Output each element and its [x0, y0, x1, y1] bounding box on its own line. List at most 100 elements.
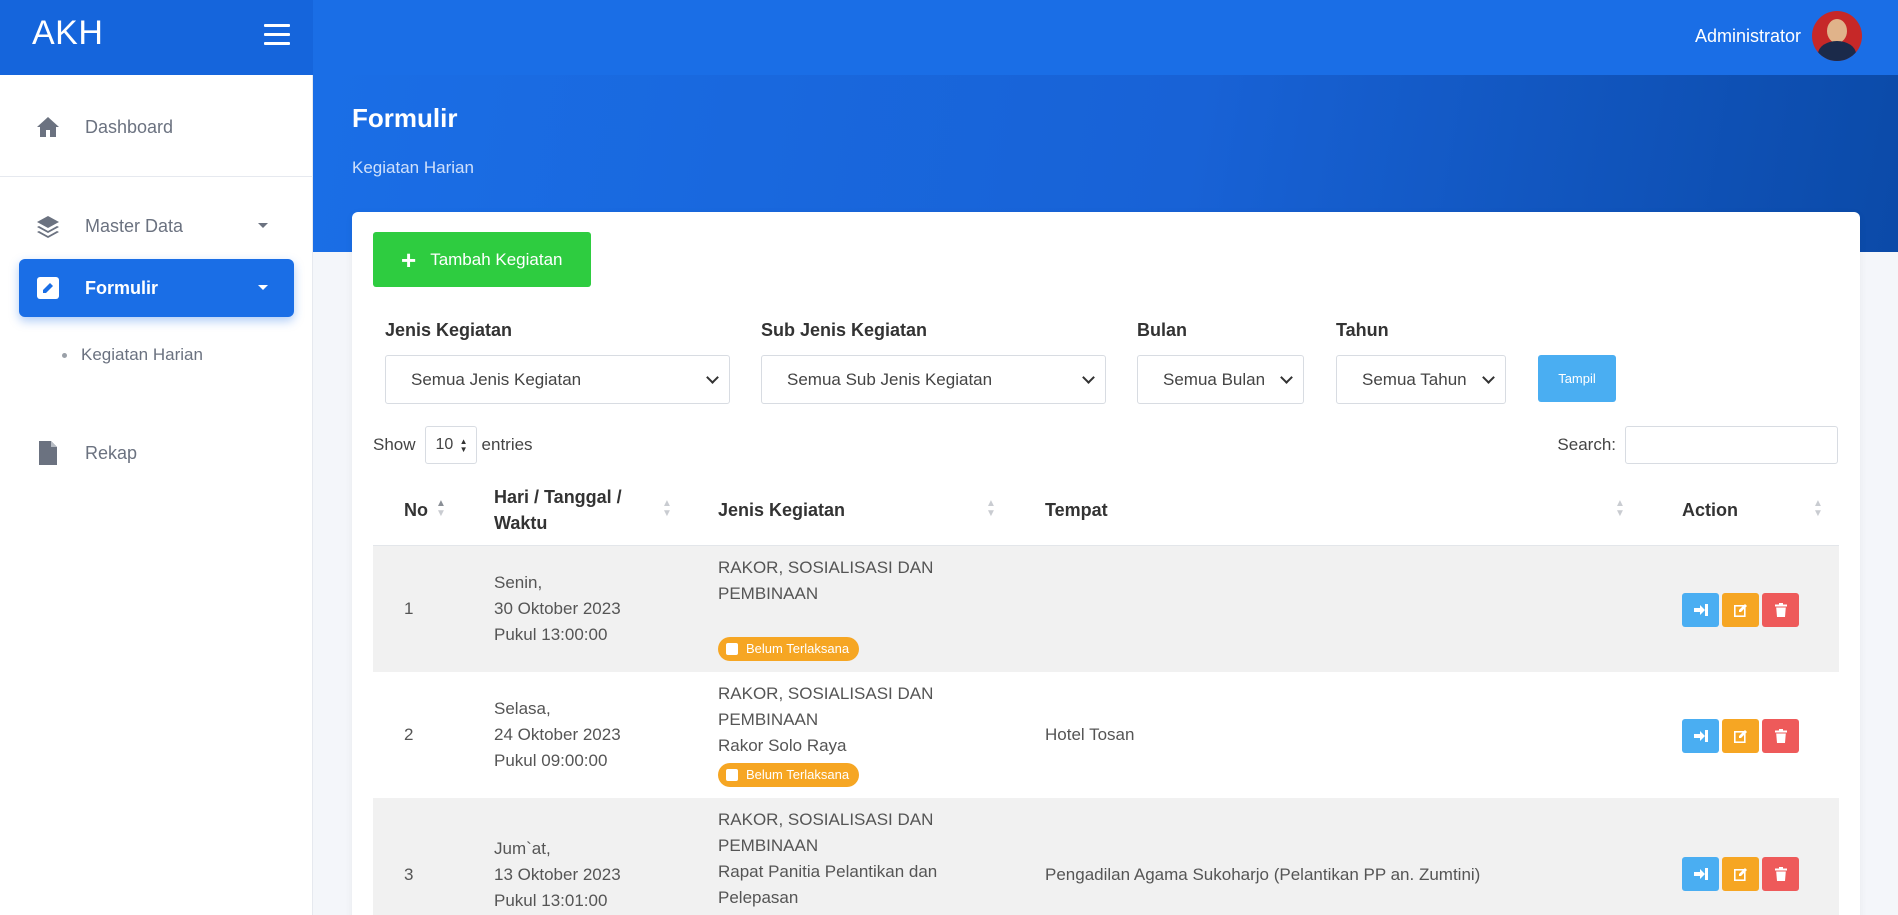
- delete-button[interactable]: [1762, 593, 1799, 627]
- tampil-button[interactable]: Tampil: [1538, 355, 1616, 402]
- entries-control: Show 10 ▲ ▼ entries: [373, 426, 533, 464]
- cell-detail: Rapat Panitia Pelantikan dan Pelepasan: [718, 862, 938, 907]
- cell-jenis: RAKOR, SOSIALISASI DAN PEMBINAAN Rapat P…: [718, 807, 948, 911]
- table-header: No ▲ ▼ Hari / Tanggal / Waktu ▲ ▼ Jenis Ke…: [373, 474, 1839, 546]
- add-activity-button[interactable]: + Tambah Kegiatan: [373, 232, 591, 287]
- column-header-tempat[interactable]: Tempat ▲ ▼: [1045, 474, 1635, 546]
- jenis-kegiatan-select[interactable]: Semua Jenis Kegiatan: [385, 355, 730, 404]
- sidebar-item-label: Formulir: [85, 277, 159, 298]
- cell-detail: [718, 607, 948, 633]
- page-title: Formulir: [352, 103, 458, 133]
- edit-icon: [1733, 868, 1747, 881]
- filter-label-jenis: Jenis Kegiatan: [385, 320, 513, 340]
- search-input[interactable]: [1625, 426, 1838, 464]
- sort-icon: ▲ ▼: [436, 498, 446, 519]
- sidebar: Dashboard Master Data Formulir Kegiatan …: [0, 75, 313, 915]
- home-icon: [35, 114, 61, 140]
- brand-logo[interactable]: AKH: [32, 14, 103, 53]
- bulan-select[interactable]: Semua Bulan: [1137, 355, 1304, 404]
- cell-date-value: 13 Oktober 2023: [494, 865, 621, 884]
- layers-icon: [35, 213, 61, 239]
- entries-value: 10: [435, 436, 454, 453]
- sort-icon: ▲ ▼: [1615, 498, 1625, 519]
- table-row: 2 Selasa, 24 Oktober 2023 Pukul 09:00:00…: [373, 672, 1839, 798]
- sidebar-divider: [0, 176, 313, 177]
- edit-icon: [1733, 604, 1747, 617]
- cell-time: Pukul 09:00:00: [494, 751, 608, 770]
- chevron-down-icon: [258, 223, 268, 228]
- edit-button[interactable]: [1722, 857, 1759, 891]
- cell-time: Pukul 13:00:00: [494, 625, 608, 644]
- avatar[interactable]: [1812, 11, 1862, 61]
- column-header-label: Jenis Kegiatan: [718, 500, 846, 520]
- edit-icon: [1733, 730, 1747, 743]
- sidebar-subitem-kegiatan-harian[interactable]: Kegiatan Harian: [62, 345, 203, 365]
- delete-button[interactable]: [1762, 857, 1799, 891]
- sidebar-item-label: Master Data: [85, 215, 184, 236]
- column-header-label: Action: [1682, 500, 1738, 520]
- sort-icon: ▲ ▼: [662, 498, 672, 519]
- edit-button[interactable]: [1722, 719, 1759, 753]
- tahun-select[interactable]: Semua Tahun: [1336, 355, 1506, 404]
- column-header-jenis[interactable]: Jenis Kegiatan ▲ ▼: [718, 474, 1008, 546]
- column-header-label: Hari / Tanggal / Waktu: [494, 487, 622, 533]
- sidebar-item-master-data[interactable]: Master Data: [19, 197, 294, 255]
- user-name[interactable]: Administrator: [1695, 26, 1801, 47]
- search-control: Search:: [1557, 426, 1838, 464]
- cell-detail: Rakor Solo Raya: [718, 736, 847, 755]
- open-button[interactable]: [1682, 857, 1719, 891]
- sidebar-item-dashboard[interactable]: Dashboard: [19, 98, 294, 156]
- status-badge: Belum Terlaksana: [718, 637, 860, 661]
- cell-time: Pukul 13:01:00: [494, 891, 608, 910]
- add-activity-label: Tambah Kegiatan: [430, 249, 563, 269]
- cell-date: Senin, 30 Oktober 2023 Pukul 13:00:00: [494, 570, 621, 648]
- column-header-label: Tempat: [1045, 500, 1108, 520]
- filter-label-bulan: Bulan: [1137, 320, 1188, 340]
- sidebar-subitem-label: Kegiatan Harian: [81, 345, 203, 364]
- sort-icon: ▲ ▼: [1813, 498, 1823, 519]
- select-value: Semua Sub Jenis Kegiatan: [787, 369, 993, 389]
- cell-no: 2: [404, 725, 414, 744]
- trash-icon: [1774, 603, 1787, 617]
- sort-icon: ▲ ▼: [986, 498, 996, 519]
- trash-icon: [1774, 867, 1787, 881]
- sign-in-icon: [1693, 604, 1708, 616]
- sub-jenis-kegiatan-select[interactable]: Semua Sub Jenis Kegiatan: [761, 355, 1106, 404]
- status-label: Belum Terlaksana: [746, 767, 850, 782]
- chevron-down-icon: [1280, 371, 1293, 384]
- updown-icon: ▲ ▼: [459, 437, 468, 454]
- filter-label-tahun: Tahun: [1336, 320, 1389, 340]
- column-header-label: No: [404, 500, 428, 520]
- cell-tempat: Pengadilan Agama Sukoharjo (Pelantikan P…: [1045, 865, 1481, 884]
- column-header-date[interactable]: Hari / Tanggal / Waktu ▲ ▼: [494, 474, 684, 546]
- delete-button[interactable]: [1762, 719, 1799, 753]
- chevron-down-icon: [1082, 371, 1095, 384]
- sidebar-item-label: Rekap: [85, 442, 138, 463]
- checkbox-icon: [726, 769, 738, 781]
- bullet-icon: [62, 352, 67, 358]
- cell-jenis-value: RAKOR, SOSIALISASI DAN PEMBINAAN: [718, 558, 934, 603]
- entries-select[interactable]: 10 ▲ ▼: [424, 426, 477, 464]
- sidebar-item-rekap[interactable]: Rekap: [19, 424, 294, 482]
- file-icon: [35, 440, 61, 466]
- menu-toggle-icon[interactable]: [264, 24, 290, 46]
- filter-label-sub-jenis: Sub Jenis Kegiatan: [761, 320, 928, 340]
- select-value: Semua Jenis Kegiatan: [411, 369, 582, 389]
- chevron-down-icon: [258, 285, 268, 290]
- cell-no: 3: [404, 865, 414, 884]
- top-navbar: AKH Administrator: [0, 0, 1898, 75]
- cell-date: Selasa, 24 Oktober 2023 Pukul 09:00:00: [494, 696, 621, 774]
- open-button[interactable]: [1682, 719, 1719, 753]
- cell-day: Senin,: [494, 573, 543, 592]
- select-value: Semua Tahun: [1362, 369, 1467, 389]
- status-badge: Belum Terlaksana: [718, 763, 860, 787]
- column-header-no[interactable]: No ▲ ▼: [404, 474, 454, 546]
- table-row: 3 Jum`at, 13 Oktober 2023 Pukul 13:01:00…: [373, 798, 1839, 915]
- cell-jenis: RAKOR, SOSIALISASI DAN PEMBINAAN Belum T…: [718, 555, 948, 663]
- edit-button[interactable]: [1722, 593, 1759, 627]
- open-button[interactable]: [1682, 593, 1719, 627]
- select-value: Semua Bulan: [1163, 369, 1266, 389]
- status-label: Belum Terlaksana: [746, 641, 850, 656]
- column-header-action[interactable]: Action ▲ ▼: [1682, 474, 1832, 546]
- sidebar-item-formulir[interactable]: Formulir: [19, 259, 294, 317]
